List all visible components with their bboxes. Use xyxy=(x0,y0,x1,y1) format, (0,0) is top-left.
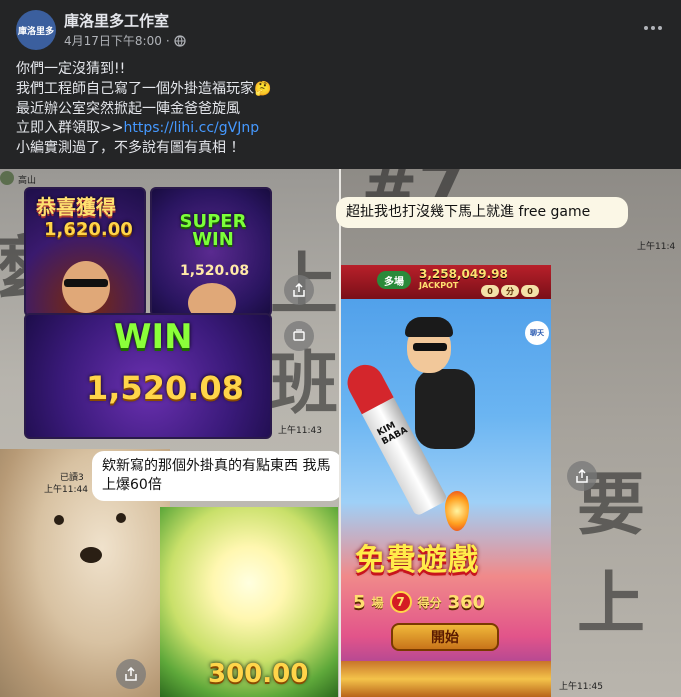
message-time: 上午11:45 xyxy=(559,682,603,692)
message-time: 上午11:44 xyxy=(44,485,88,495)
chat-bubble: 超扯我也打沒幾下馬上就進 free game xyxy=(336,197,628,228)
super-win-title: SUPER WIN xyxy=(179,211,247,250)
win-amount: 1,520.08 xyxy=(86,369,244,407)
reward-title: 恭喜獲得 xyxy=(36,195,116,219)
dog-eye xyxy=(54,515,64,525)
avatar-text: 庫洛里多 xyxy=(17,26,54,37)
win-title: WIN xyxy=(114,317,193,357)
free-game-title: 免費遊戲 xyxy=(355,543,479,578)
post-line-5: 小編實測過了，不多說有圖有真相 ！ xyxy=(16,140,245,157)
share-icon xyxy=(576,469,588,483)
reward-card-super-win: SUPER WIN 1,520.08 xyxy=(150,187,272,317)
reward-card-gongxi: 恭喜獲得 1,620.00 xyxy=(24,187,146,317)
coin-strip xyxy=(341,661,551,697)
group-link[interactable]: https://lihi.cc/gVJnp xyxy=(123,120,259,136)
post-timestamp[interactable]: 4月17日下午8:00 xyxy=(64,32,162,49)
meta-separator: · xyxy=(165,33,170,48)
dog-nose xyxy=(80,547,102,563)
more-horizontal-icon xyxy=(644,26,662,30)
character-hair xyxy=(405,317,453,337)
game-chat-button: 聊天 xyxy=(525,321,549,345)
rocket-flame xyxy=(445,491,469,531)
game-topbar: 多場 3,258,049.98 JACKPOT 0 分 0 xyxy=(341,265,551,299)
read-receipt: 已讀3 xyxy=(60,473,84,483)
left-chat-screenshot: 麼 上班 高山 恭喜獲得 1,620.00 SUPER WIN 1,520.08… xyxy=(0,169,342,697)
page-name[interactable]: 庫洛里多工作室 xyxy=(64,10,169,31)
more-options-button[interactable] xyxy=(641,16,665,40)
sunglasses xyxy=(413,343,447,351)
lucky-seven-icon: 7 xyxy=(389,591,412,613)
character-face xyxy=(62,261,110,313)
post-body: 你們一定沒猜到!! 我們工程師自己寫了一個外掛造福玩家🤔 最近辦公室突然掀起一陣… xyxy=(16,60,666,159)
link-prefix: 立即入群領取>> xyxy=(16,120,124,137)
share-button[interactable] xyxy=(567,461,597,491)
share-button[interactable] xyxy=(116,659,146,689)
sunglasses xyxy=(64,279,108,287)
score-pill: 0 xyxy=(521,285,539,297)
share-button[interactable] xyxy=(284,275,314,305)
post-line-2: 我們工程師自己寫了一個外掛造福玩家🤔 xyxy=(16,80,272,97)
post-line-4: 立即入群領取>>https://lihi.cc/gVJnp xyxy=(16,119,666,139)
character-body xyxy=(415,369,475,449)
sender-avatar xyxy=(0,171,14,185)
page-avatar[interactable]: 庫洛里多 xyxy=(16,10,56,50)
chat-bubble: 欸新寫的那個外掛真的有點東西 我馬上爆60倍 xyxy=(92,451,342,501)
free-game-stats: 5 場 7 得分 360 xyxy=(353,591,543,613)
jackpot-amount: 3,258,049.98 xyxy=(419,267,508,281)
post-line-1: 你們一定沒猜到!! xyxy=(16,61,126,77)
dog-eye xyxy=(116,513,126,523)
share-icon xyxy=(125,667,137,681)
post-meta: 4月17日下午8:00 · xyxy=(64,32,186,49)
stack-button[interactable] xyxy=(284,321,314,351)
post-line-3: 最近辦公室突然掀起一陣金爸爸旋風 xyxy=(16,100,240,117)
post-photo[interactable]: 麼 上班 高山 恭喜獲得 1,620.00 SUPER WIN 1,520.08… xyxy=(0,169,681,697)
game-screenshot: 多場 3,258,049.98 JACKPOT 0 分 0 聊天 KIM BAB… xyxy=(341,265,551,697)
character-face xyxy=(188,283,236,315)
reward-amount: 1,620.00 xyxy=(44,219,133,240)
message-time: 上午11:43 xyxy=(278,426,322,436)
rounds-unit: 場 xyxy=(371,595,384,610)
confetti-amount: 300.00 xyxy=(208,659,309,689)
rounds-value: 5 xyxy=(353,591,366,613)
post-header: 庫洛里多 庫洛里多工作室 4月17日下午8:00 · xyxy=(0,0,681,56)
score-pill: 分 xyxy=(501,285,519,297)
score-label: 得分 xyxy=(417,595,442,610)
start-button: 開始 xyxy=(391,623,499,651)
game-mode-pill: 多場 xyxy=(377,271,411,289)
stack-icon xyxy=(293,329,305,341)
score-value: 360 xyxy=(447,591,486,613)
message-time: 上午11:4 xyxy=(637,242,676,252)
jackpot-label: JACKPOT xyxy=(419,281,459,290)
globe-icon[interactable] xyxy=(174,34,186,47)
super-win-amount: 1,520.08 xyxy=(180,263,250,279)
sender-name: 高山 xyxy=(18,176,37,186)
share-icon xyxy=(293,283,305,297)
reward-card-confetti: 300.00 xyxy=(160,507,338,697)
score-pill: 0 xyxy=(481,285,499,297)
reward-card-win: WIN 1,520.08 xyxy=(24,313,272,439)
